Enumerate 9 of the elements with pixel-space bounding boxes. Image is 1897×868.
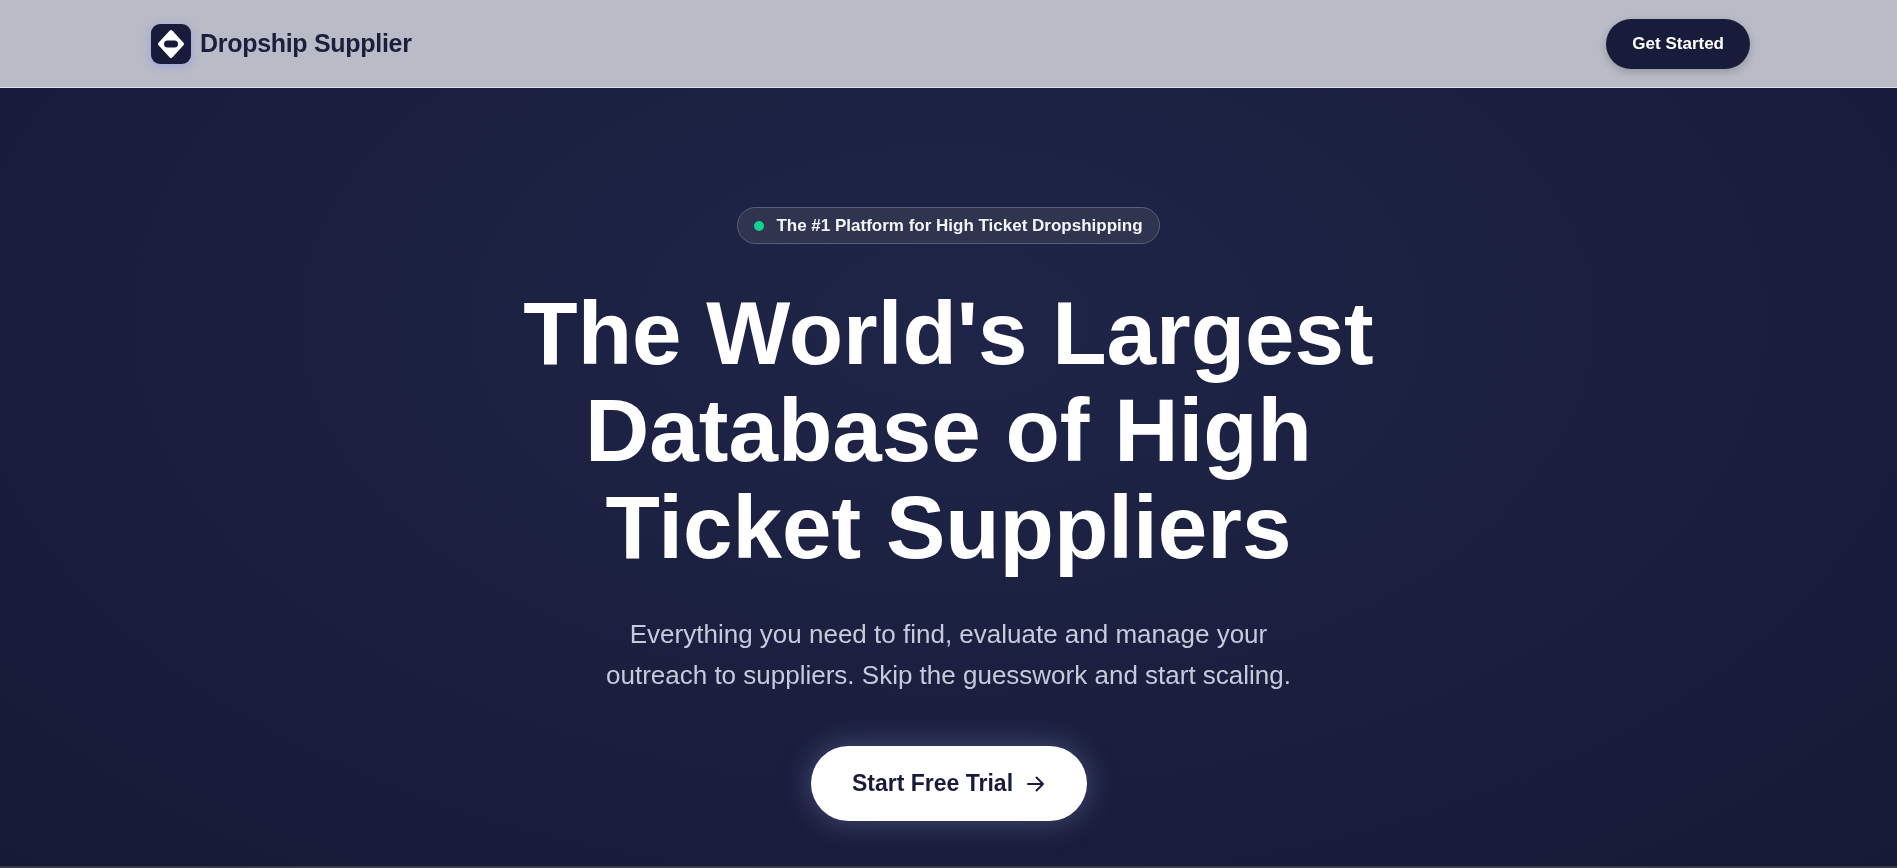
logo-icon — [151, 23, 191, 64]
brand-name[interactable]: Dropship Supplier — [200, 29, 412, 58]
get-started-button[interactable]: Get Started — [1606, 18, 1750, 69]
arrow-right-icon — [1027, 775, 1046, 792]
hero-headline: The World's Largest Database of High Ticket Suppliers — [522, 285, 1375, 576]
status-dot-icon — [754, 220, 765, 231]
start-free-trial-button[interactable]: Start Free Trial — [810, 746, 1087, 821]
badge-text: The #1 Platform for High Ticket Dropshipping — [776, 215, 1143, 236]
hero-subtitle: Everything you need to find, evaluate and manage your outreach to suppliers. Skip the guesswork and start scaling. — [605, 618, 1292, 692]
